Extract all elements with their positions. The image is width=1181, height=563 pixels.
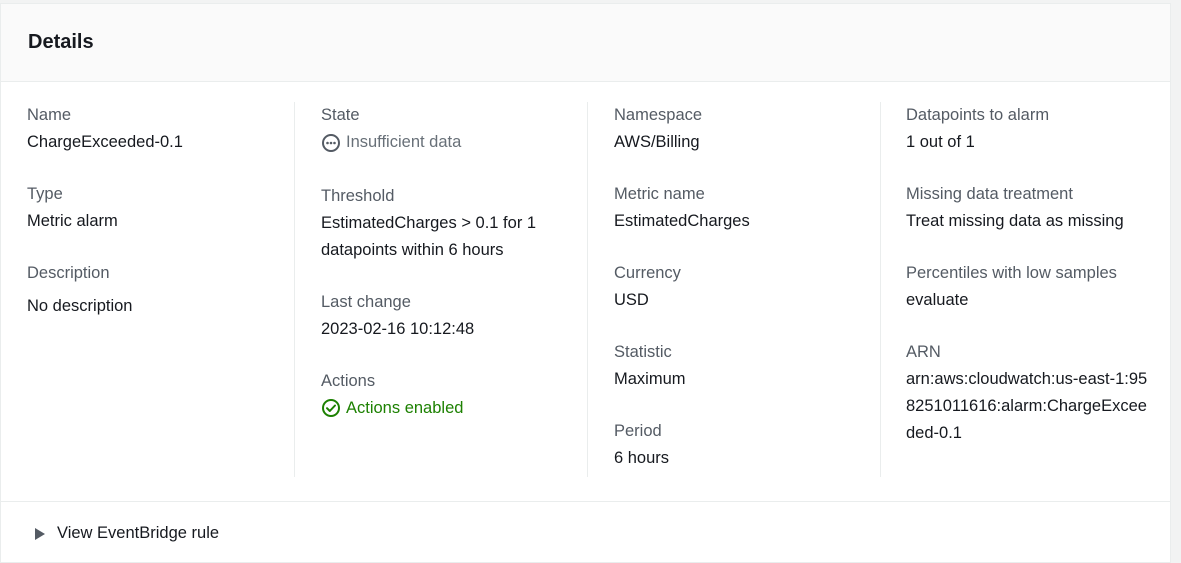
actions-value: Actions enabled <box>346 398 464 417</box>
field-period: Period 6 hours <box>614 418 880 472</box>
field-label: Currency <box>614 264 681 282</box>
field-label: ARN <box>906 343 941 361</box>
view-eventbridge-rule-expander[interactable]: View EventBridge rule <box>35 524 219 543</box>
field-actions: Actions Actions enabled <box>321 368 587 424</box>
field-currency: Currency USD <box>614 260 880 314</box>
panel-title: Details <box>28 31 94 53</box>
details-column-3: Namespace AWS/Billing Metric name Estima… <box>587 102 880 477</box>
currency-value: USD <box>614 291 649 309</box>
metric-name-value: EstimatedCharges <box>614 212 750 230</box>
datapoints-value: 1 out of 1 <box>906 133 975 151</box>
field-label: Percentiles with low samples <box>906 264 1117 282</box>
field-label: State <box>321 106 360 124</box>
expander-label: View EventBridge rule <box>57 524 220 542</box>
details-column-1: Name ChargeExceeded-0.1 Type Metric alar… <box>27 102 294 477</box>
panel-footer: View EventBridge rule <box>1 502 1170 543</box>
field-threshold: Threshold EstimatedCharges > 0.1 for 1 d… <box>321 183 587 264</box>
panel-header: Details <box>1 4 1170 82</box>
field-label: Datapoints to alarm <box>906 106 1050 124</box>
threshold-value: EstimatedCharges > 0.1 for 1 datapoints … <box>321 213 537 259</box>
arn-value: arn:aws:cloudwatch:us-east-1:95825101161… <box>906 370 1148 442</box>
details-column-2: State Insufficient data Threshold Estima… <box>294 102 587 477</box>
state-value: Insufficient data <box>346 133 462 151</box>
field-label: Name <box>27 106 72 124</box>
field-label: Actions <box>321 371 376 390</box>
field-label: Threshold <box>321 186 395 205</box>
state-status: Insufficient data <box>321 129 461 156</box>
description-value: No description <box>27 297 133 315</box>
field-arn: ARN arn:aws:cloudwatch:us-east-1:9582510… <box>906 339 1170 447</box>
ellipsis-circle-icon <box>321 133 341 153</box>
field-description: Description No description <box>27 260 294 320</box>
field-state: State Insufficient data <box>321 102 587 158</box>
field-type: Type Metric alarm <box>27 181 294 235</box>
actions-status: Actions enabled <box>321 395 463 422</box>
details-column-4: Datapoints to alarm 1 out of 1 Missing d… <box>880 102 1170 477</box>
last-change-value: 2023-02-16 10:12:48 <box>321 319 475 338</box>
field-label: Type <box>27 185 63 203</box>
field-statistic: Statistic Maximum <box>614 339 880 393</box>
period-value: 6 hours <box>614 449 670 467</box>
field-namespace: Namespace AWS/Billing <box>614 102 880 156</box>
field-name: Name ChargeExceeded-0.1 <box>27 102 294 156</box>
field-label: Missing data treatment <box>906 185 1073 203</box>
alarm-name-value: ChargeExceeded-0.1 <box>27 133 183 151</box>
field-label: Period <box>614 422 662 440</box>
details-panel: Details Name ChargeExceeded-0.1 Type Met… <box>0 3 1171 563</box>
missing-data-value: Treat missing data as missing <box>906 212 1124 230</box>
field-label: Statistic <box>614 343 672 361</box>
check-circle-icon <box>321 398 341 418</box>
field-label: Namespace <box>614 106 703 124</box>
field-label: Last change <box>321 292 411 311</box>
field-missing-data: Missing data treatment Treat missing dat… <box>906 181 1170 235</box>
field-label: Metric name <box>614 185 705 203</box>
alarm-type-value: Metric alarm <box>27 212 118 230</box>
field-last-change: Last change 2023-02-16 10:12:48 <box>321 289 587 343</box>
percentiles-value: evaluate <box>906 291 969 309</box>
field-metric-name: Metric name EstimatedCharges <box>614 181 880 235</box>
statistic-value: Maximum <box>614 370 686 388</box>
namespace-value: AWS/Billing <box>614 133 700 151</box>
field-percentiles: Percentiles with low samples evaluate <box>906 260 1170 314</box>
caret-right-icon <box>35 527 45 540</box>
field-label: Description <box>27 264 110 282</box>
details-grid: Name ChargeExceeded-0.1 Type Metric alar… <box>1 82 1170 502</box>
field-datapoints: Datapoints to alarm 1 out of 1 <box>906 102 1170 156</box>
